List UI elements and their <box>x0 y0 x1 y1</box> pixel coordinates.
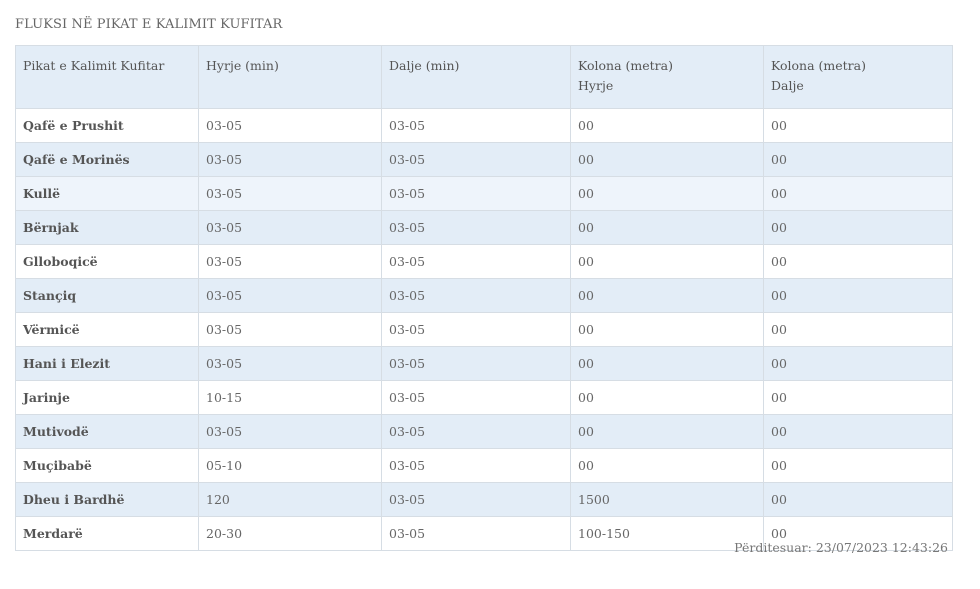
cell-queue-entry: 00 <box>570 108 764 143</box>
header-label: Kolona (metra) <box>578 58 673 73</box>
cell-entry-min: 03-05 <box>198 108 382 143</box>
cell-queue-exit: 00 <box>763 312 953 347</box>
table-row: Hani i Elezit 03-05 03-05 00 00 <box>15 346 953 381</box>
cell-queue-exit: 00 <box>763 108 953 143</box>
cell-crossing-point: Qafë e Prushit <box>15 108 199 143</box>
cell-entry-min: 03-05 <box>198 346 382 381</box>
header-queue-exit: Kolona (metra) Dalje <box>763 45 953 109</box>
cell-queue-exit: 00 <box>763 278 953 313</box>
cell-queue-exit: 00 <box>763 414 953 449</box>
cell-queue-entry: 00 <box>570 380 764 415</box>
table-row: Kullë 03-05 03-05 00 00 <box>15 176 953 211</box>
cell-entry-min: 03-05 <box>198 142 382 177</box>
header-label: Pikat e Kalimit Kufitar <box>23 58 165 73</box>
cell-crossing-point: Kullë <box>15 176 199 211</box>
header-crossing-point: Pikat e Kalimit Kufitar <box>15 45 199 109</box>
header-label: Dalje (min) <box>389 58 460 73</box>
cell-entry-min: 03-05 <box>198 312 382 347</box>
cell-crossing-point: Dheu i Bardhë <box>15 482 199 517</box>
cell-queue-exit: 00 <box>763 482 953 517</box>
table-row: Qafë e Prushit 03-05 03-05 00 00 <box>15 108 953 143</box>
cell-entry-min: 03-05 <box>198 210 382 245</box>
cell-queue-entry: 00 <box>570 210 764 245</box>
header-label: Hyrje (min) <box>206 58 279 73</box>
border-crossing-table: Pikat e Kalimit Kufitar Hyrje (min) Dalj… <box>15 45 953 551</box>
cell-crossing-point: Hani i Elezit <box>15 346 199 381</box>
cell-crossing-point: Mutivodë <box>15 414 199 449</box>
cell-exit-min: 03-05 <box>381 244 571 279</box>
table-header: Pikat e Kalimit Kufitar Hyrje (min) Dalj… <box>15 45 953 109</box>
cell-exit-min: 03-05 <box>381 312 571 347</box>
cell-exit-min: 03-05 <box>381 210 571 245</box>
cell-crossing-point: Bërnjak <box>15 210 199 245</box>
cell-exit-min: 03-05 <box>381 108 571 143</box>
cell-exit-min: 03-05 <box>381 380 571 415</box>
cell-entry-min: 03-05 <box>198 414 382 449</box>
table-body: Qafë e Prushit 03-05 03-05 00 00 Qafë e Morin… <box>15 108 953 551</box>
cell-crossing-point: Merdarë <box>15 516 199 551</box>
cell-queue-exit: 00 <box>763 346 953 381</box>
table-row: Bërnjak 03-05 03-05 00 00 <box>15 210 953 245</box>
cell-crossing-point: Jarinje <box>15 380 199 415</box>
cell-queue-exit: 00 <box>763 244 953 279</box>
cell-queue-entry: 00 <box>570 278 764 313</box>
header-exit-min: Dalje (min) <box>381 45 571 109</box>
cell-crossing-point: Muçibabë <box>15 448 199 483</box>
header-sublabel: Hyrje <box>578 78 614 93</box>
cell-entry-min: 05-10 <box>198 448 382 483</box>
cell-queue-entry: 1500 <box>570 482 764 517</box>
header-entry-min: Hyrje (min) <box>198 45 382 109</box>
cell-entry-min: 120 <box>198 482 382 517</box>
cell-queue-exit: 00 <box>763 380 953 415</box>
cell-queue-exit: 00 <box>763 142 953 177</box>
cell-entry-min: 20-30 <box>198 516 382 551</box>
cell-exit-min: 03-05 <box>381 278 571 313</box>
cell-exit-min: 03-05 <box>381 448 571 483</box>
cell-queue-entry: 00 <box>570 448 764 483</box>
cell-queue-exit: 00 <box>763 176 953 211</box>
cell-exit-min: 03-05 <box>381 346 571 381</box>
cell-queue-entry: 00 <box>570 244 764 279</box>
cell-queue-entry: 00 <box>570 176 764 211</box>
cell-crossing-point: Vërmicë <box>15 312 199 347</box>
cell-queue-entry: 00 <box>570 142 764 177</box>
cell-entry-min: 10-15 <box>198 380 382 415</box>
cell-queue-entry: 00 <box>570 346 764 381</box>
page-title: FLUKSI NË PIKAT E KALIMIT KUFITAR <box>15 17 283 32</box>
cell-crossing-point: Qafë e Morinës <box>15 142 199 177</box>
cell-queue-entry: 00 <box>570 414 764 449</box>
table-row: Glloboqicë 03-05 03-05 00 00 <box>15 244 953 279</box>
cell-queue-exit: 00 <box>763 448 953 483</box>
cell-queue-entry: 00 <box>570 312 764 347</box>
cell-queue-exit: 00 <box>763 210 953 245</box>
last-updated: Përditesuar: 23/07/2023 12:43:26 <box>734 540 948 555</box>
cell-exit-min: 03-05 <box>381 516 571 551</box>
cell-exit-min: 03-05 <box>381 414 571 449</box>
header-sublabel: Dalje <box>771 78 804 93</box>
cell-entry-min: 03-05 <box>198 278 382 313</box>
cell-exit-min: 03-05 <box>381 176 571 211</box>
table-row: Muçibabë 05-10 03-05 00 00 <box>15 448 953 483</box>
cell-entry-min: 03-05 <box>198 244 382 279</box>
cell-exit-min: 03-05 <box>381 142 571 177</box>
header-queue-entry: Kolona (metra) Hyrje <box>570 45 764 109</box>
cell-exit-min: 03-05 <box>381 482 571 517</box>
table-row: Dheu i Bardhë 120 03-05 1500 00 <box>15 482 953 517</box>
header-label: Kolona (metra) <box>771 58 866 73</box>
cell-entry-min: 03-05 <box>198 176 382 211</box>
cell-crossing-point: Stançiq <box>15 278 199 313</box>
table-row: Stançiq 03-05 03-05 00 00 <box>15 278 953 313</box>
table-row: Vërmicë 03-05 03-05 00 00 <box>15 312 953 347</box>
table-row: Jarinje 10-15 03-05 00 00 <box>15 380 953 415</box>
table-row: Qafë e Morinës 03-05 03-05 00 00 <box>15 142 953 177</box>
cell-crossing-point: Glloboqicë <box>15 244 199 279</box>
table-row: Mutivodë 03-05 03-05 00 00 <box>15 414 953 449</box>
